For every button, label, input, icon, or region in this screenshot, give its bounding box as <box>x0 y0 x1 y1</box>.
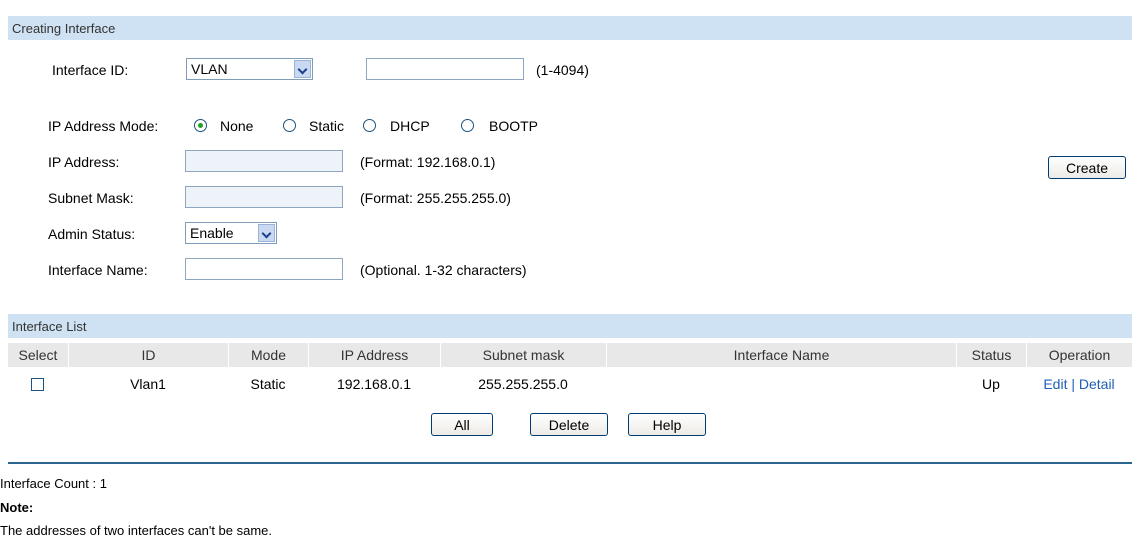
ip-mode-bootp-radio[interactable] <box>461 119 474 132</box>
subnet-mask-input[interactable] <box>185 186 343 208</box>
edit-link[interactable]: Edit <box>1043 376 1067 392</box>
admin-status-select[interactable]: Enable <box>185 222 277 244</box>
interface-name-label: Interface Name: <box>48 262 148 278</box>
creating-interface-header: Creating Interface <box>8 16 1132 40</box>
help-button[interactable]: Help <box>628 413 706 436</box>
select-all-button[interactable]: All <box>431 413 493 436</box>
chevron-down-icon <box>294 60 311 78</box>
ip-mode-none-radio[interactable] <box>194 119 207 132</box>
ip-mode-none-label: None <box>220 118 254 134</box>
interface-type-value: VLAN <box>191 61 228 77</box>
ip-address-label: IP Address: <box>48 154 120 170</box>
ip-address-hint: (Format: 192.168.0.1) <box>360 154 496 170</box>
create-button[interactable]: Create <box>1048 156 1126 179</box>
ip-mode-dhcp-label: DHCP <box>390 118 430 134</box>
row-subnet-mask: 255.255.255.0 <box>478 376 568 392</box>
table-header: Select ID Mode IP Address Subnet mask In… <box>8 343 1132 367</box>
interface-id-label: Interface ID: <box>52 62 129 78</box>
note-text: The addresses of two interfaces can't be… <box>0 523 273 538</box>
divider <box>8 462 1132 464</box>
row-id: Vlan1 <box>130 376 166 392</box>
ip-address-input[interactable] <box>185 150 343 172</box>
ip-mode-dhcp-radio[interactable] <box>363 119 376 132</box>
row-ip-address: 192.168.0.1 <box>337 376 411 392</box>
col-interface-name: Interface Name <box>606 343 956 367</box>
col-operation: Operation <box>1026 343 1132 367</box>
col-ip-address: IP Address <box>308 343 440 367</box>
ip-mode-bootp-label: BOOTP <box>489 118 539 134</box>
row-operation: Edit | Detail <box>1026 376 1132 392</box>
subnet-mask-label: Subnet Mask: <box>48 190 134 206</box>
col-subnet-mask: Subnet mask <box>440 343 606 367</box>
ip-mode-static-radio[interactable] <box>283 119 296 132</box>
interface-id-hint: (1-4094) <box>536 62 589 78</box>
ip-mode-label: IP Address Mode: <box>48 118 159 134</box>
section-title: Creating Interface <box>12 21 116 36</box>
chevron-down-icon <box>258 224 275 242</box>
row-mode: Static <box>250 376 286 392</box>
admin-status-value: Enable <box>190 225 234 241</box>
note-title: Note: <box>0 500 34 515</box>
col-id: ID <box>68 343 228 367</box>
operation-separator: | <box>1071 376 1075 392</box>
interface-name-input[interactable] <box>185 258 343 280</box>
col-mode: Mode <box>228 343 308 367</box>
row-select-checkbox[interactable] <box>31 378 44 391</box>
interface-id-input[interactable] <box>366 58 524 80</box>
col-status: Status <box>956 343 1026 367</box>
interface-type-select[interactable]: VLAN <box>186 58 313 80</box>
ip-mode-static-label: Static <box>309 118 345 134</box>
detail-link[interactable]: Detail <box>1079 376 1115 392</box>
subnet-mask-hint: (Format: 255.255.255.0) <box>360 190 511 206</box>
interface-name-hint: (Optional. 1-32 characters) <box>360 262 527 278</box>
interface-count: Interface Count : 1 <box>0 476 107 491</box>
interface-list-header: Interface List <box>8 314 1132 338</box>
admin-status-label: Admin Status: <box>48 226 136 242</box>
row-status: Up <box>982 376 1000 392</box>
section-title: Interface List <box>12 319 87 334</box>
delete-button[interactable]: Delete <box>530 413 608 436</box>
col-select: Select <box>8 343 68 367</box>
